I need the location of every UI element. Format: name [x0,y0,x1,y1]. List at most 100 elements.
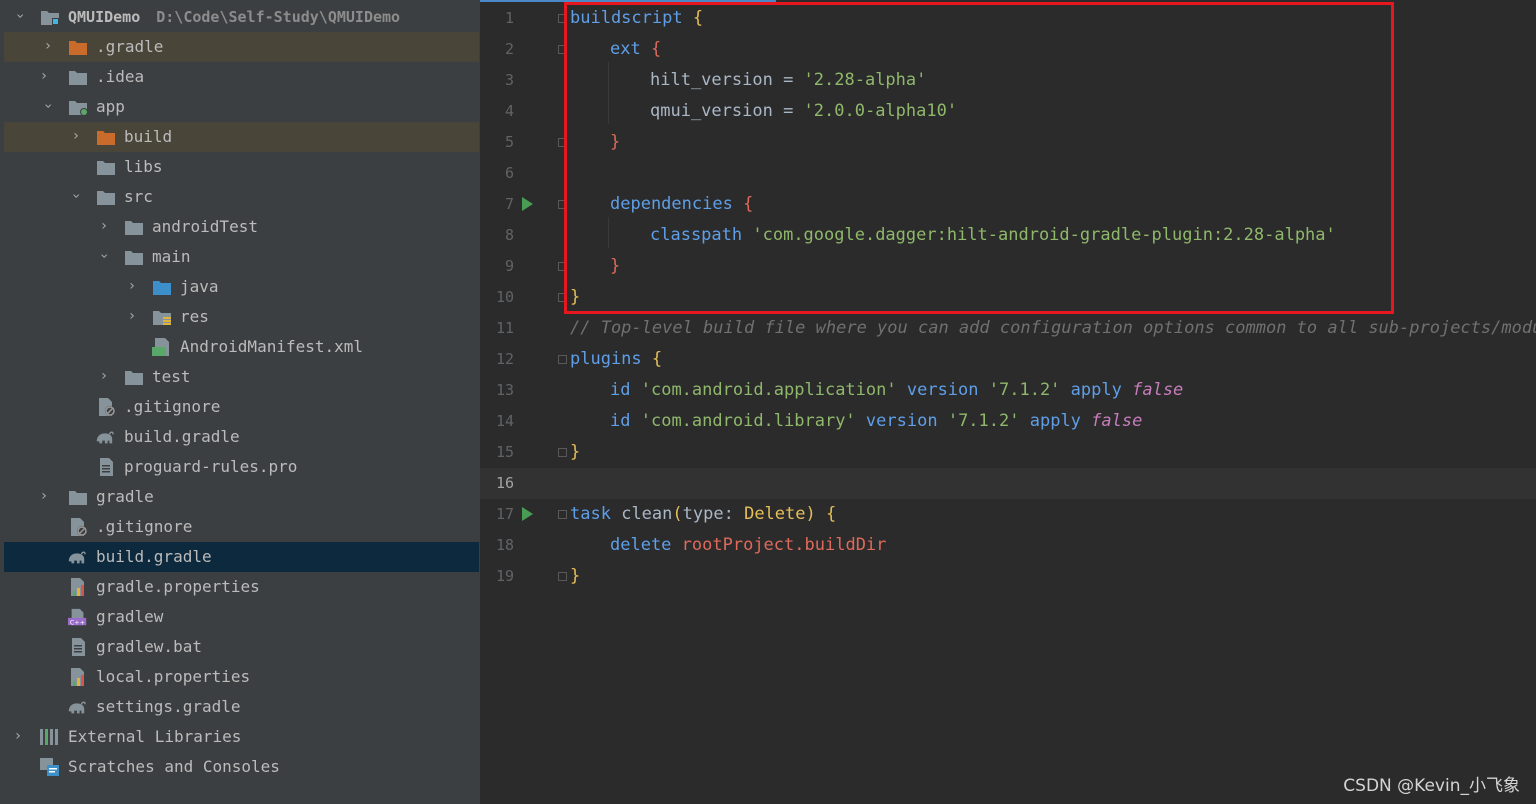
tree-item-label: test [152,367,191,386]
tree-row-gradlew-bat[interactable]: gradlew.bat [0,632,480,662]
chevron-right-icon[interactable]: › [40,38,56,54]
token: 'com.android.application' [640,380,897,400]
tree-row-scratches[interactable]: Scratches and Consoles [0,752,480,782]
tree-row-manifest[interactable]: AndroidManifest.xml [0,332,480,362]
token: ) [805,504,826,524]
tree-row-settings-gradle[interactable]: settings.gradle [0,692,480,722]
fold-marker-icon[interactable] [558,572,567,581]
code-line-17: task clean(type: Delete) { [570,499,836,530]
line-number: 1 [504,9,514,27]
excluded-folder-icon [69,41,87,55]
svg-text:C++: C++ [70,619,85,626]
tree-item-label: Scratches and Consoles [68,757,280,776]
token: rootProject [681,535,795,555]
folder-icon [125,371,143,385]
line-number: 14 [495,412,514,430]
tree-row-java[interactable]: › java [0,272,480,302]
tree-item-label: libs [124,157,163,176]
token: : [723,504,745,524]
token: // Top-level build file where you can ad… [570,318,1536,338]
code-editor[interactable]: 1 2 3 4 5 6 7 8 9 10 11 12 13 14 15 16 1… [480,0,1536,804]
tree-row-gradle[interactable]: › gradle [0,482,480,512]
source-folder-icon [153,281,171,295]
chevron-right-icon[interactable]: › [36,68,52,84]
tree-row-test[interactable]: › test [0,362,480,392]
token: task [570,504,611,524]
tree-item-label: AndroidManifest.xml [180,337,364,356]
fold-marker-icon[interactable] [558,510,567,519]
line-number: 4 [504,102,514,120]
tree-row-app[interactable]: › app [0,92,480,122]
tree-row-proguard[interactable]: proguard-rules.pro [0,452,480,482]
chevron-right-icon[interactable]: › [68,128,84,144]
tree-row-androidtest[interactable]: › androidTest [0,212,480,242]
tree-item-label: androidTest [152,217,258,236]
properties-file-icon [71,578,84,596]
line-number: 17 [495,505,514,523]
run-gutter-icon[interactable] [522,507,533,521]
tree-row-app-gitignore[interactable]: .gitignore [0,392,480,422]
tree-row-external-libraries[interactable]: › External Libraries [0,722,480,752]
folder-icon [69,491,87,505]
tree-item-label: External Libraries [68,727,242,746]
line-number: 10 [495,288,514,306]
code-line-13: id 'com.android.application' version '7.… [610,375,1183,406]
token: plugins [570,349,642,369]
fold-marker-icon[interactable] [558,448,567,457]
chevron-right-icon[interactable]: › [96,368,112,384]
excluded-folder-icon [97,131,115,145]
folder-icon [125,221,143,235]
token: } [570,442,581,462]
chevron-right-icon[interactable]: › [124,308,140,324]
resource-folder-icon [153,311,171,325]
line-number: 7 [504,195,514,213]
chevron-right-icon[interactable]: › [96,218,112,234]
token: false [1132,380,1184,400]
tree-item-label: gradle [96,487,154,506]
chevron-right-icon[interactable]: › [10,728,26,744]
tree-row-src[interactable]: › src [0,182,480,212]
line-number: 11 [495,319,514,337]
chevron-right-icon[interactable]: › [36,488,52,504]
chevron-down-icon[interactable]: › [68,188,84,204]
tree-row-libs[interactable]: libs [0,152,480,182]
chevron-down-icon[interactable]: › [12,8,28,24]
tree-item-label: gradle.properties [96,577,260,596]
tree-row-root[interactable]: › QMUIDemo D:\Code\Self-Study\QMUIDemo [0,2,480,32]
shell-script-file-icon: C++ [68,608,87,626]
line-number-current: 16 [495,474,514,492]
tree-row-build[interactable]: › build [4,122,479,152]
code-line-15: } [570,437,580,468]
line-number: 19 [495,567,514,585]
tree-item-label: build.gradle [124,427,240,446]
text-file-icon [72,638,85,656]
tree-row-dot-gradle[interactable]: › .gradle [4,32,479,62]
token: { [651,349,663,369]
chevron-down-icon[interactable]: › [40,98,56,114]
tree-row-gradle-properties[interactable]: gradle.properties [0,572,480,602]
tree-row-gitignore[interactable]: .gitignore [0,512,480,542]
tree-row-main[interactable]: › main [0,242,480,272]
line-number: 18 [495,536,514,554]
tree-row-res[interactable]: › res [0,302,480,332]
tree-row-local-properties[interactable]: local.properties [0,662,480,692]
token: delete [610,535,672,555]
chevron-down-icon[interactable]: › [96,248,112,264]
run-gutter-icon[interactable] [522,197,533,211]
tree-item-label: java [180,277,219,296]
token: { [825,504,837,524]
tree-row-gradlew[interactable]: C++ gradlew [0,602,480,632]
code-line-12: plugins { [570,344,662,375]
chevron-right-icon[interactable]: › [124,278,140,294]
fold-marker-icon[interactable] [558,355,567,364]
tree-row-build-gradle-selected[interactable]: build.gradle [4,542,479,572]
tree-row-idea[interactable]: › .idea [0,62,480,92]
tree-row-app-build-gradle[interactable]: build.gradle [0,422,480,452]
